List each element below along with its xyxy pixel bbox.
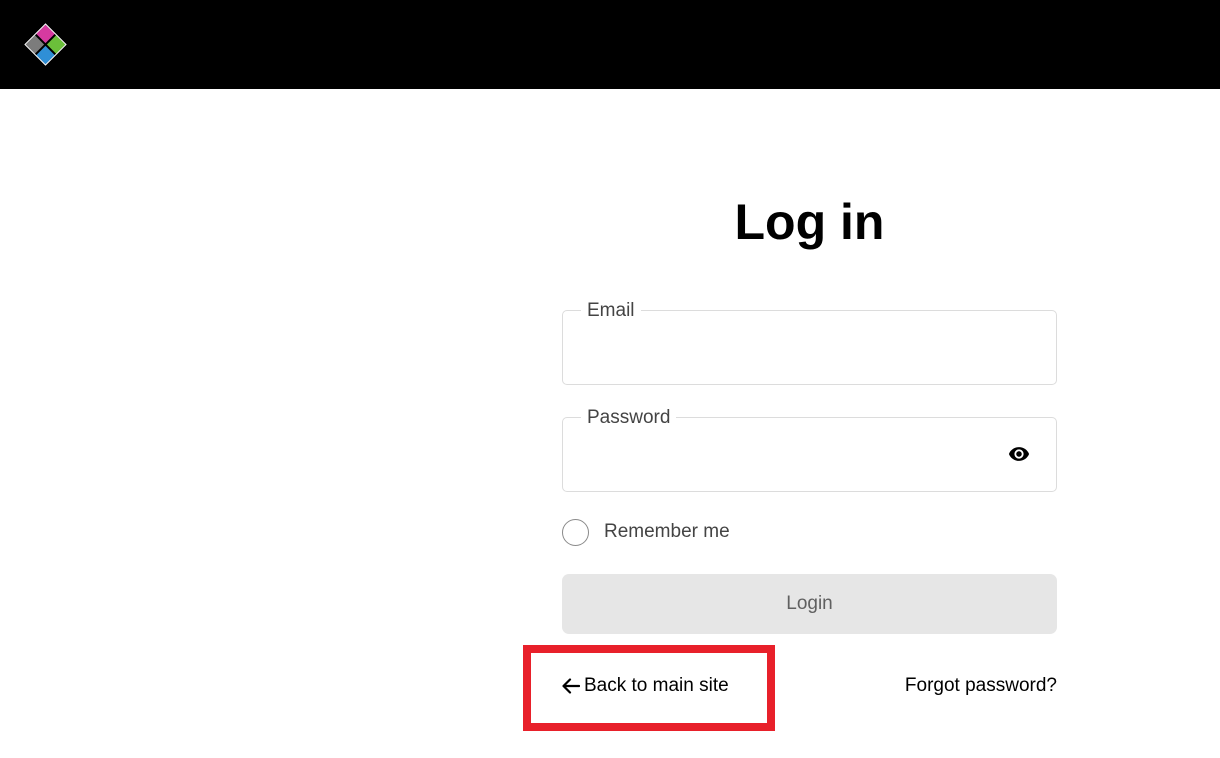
arrow-left-icon bbox=[562, 678, 580, 694]
email-label: Email bbox=[581, 299, 641, 323]
page-title: Log in bbox=[734, 194, 885, 250]
remember-me-label[interactable]: Remember me bbox=[604, 521, 730, 543]
password-field[interactable]: Password bbox=[562, 406, 1057, 492]
email-input[interactable] bbox=[587, 337, 1011, 369]
password-input[interactable] bbox=[587, 444, 1011, 476]
back-to-main-site-link[interactable]: Back to main site bbox=[562, 673, 729, 699]
email-field[interactable]: Email bbox=[562, 299, 1057, 385]
back-link-label: Back to main site bbox=[584, 675, 729, 696]
remember-me[interactable]: Remember me bbox=[562, 518, 730, 546]
forgot-password-link[interactable]: Forgot password? bbox=[905, 673, 1057, 699]
top-bar bbox=[0, 0, 1220, 89]
remember-me-checkbox[interactable] bbox=[562, 518, 589, 546]
password-label: Password bbox=[581, 406, 677, 430]
login-button[interactable]: Login bbox=[562, 574, 1057, 634]
diamond-logo-icon[interactable] bbox=[23, 22, 68, 67]
eye-icon[interactable] bbox=[1007, 443, 1031, 465]
